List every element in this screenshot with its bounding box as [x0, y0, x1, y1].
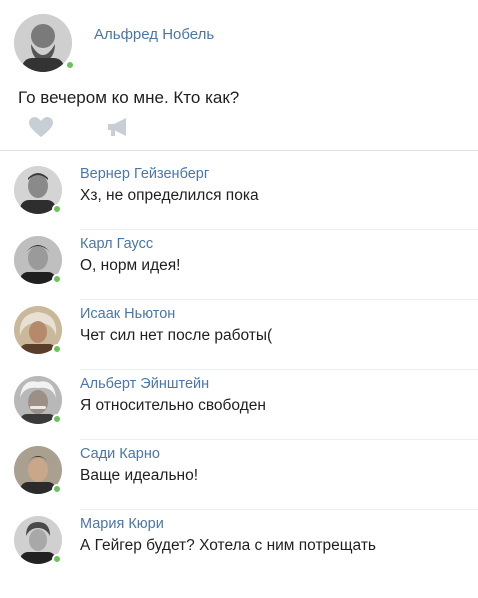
- comment-text: Чет сил нет после работы(: [80, 327, 273, 344]
- comment-text: Хз, не определился пока: [80, 187, 259, 204]
- online-indicator: [52, 204, 62, 214]
- comment-author-name[interactable]: Альберт Эйнштейн: [80, 376, 209, 392]
- feed-page: Альфред Нобель Го вечером ко мне. Кто ка…: [0, 0, 478, 598]
- comment-item: Вернер Гейзенберг Хз, не определился пок…: [0, 160, 478, 230]
- comment-author-name[interactable]: Сади Карно: [80, 446, 160, 462]
- heart-icon: [29, 117, 53, 137]
- comment-text: О, норм идея!: [80, 257, 181, 274]
- online-indicator: [65, 60, 75, 70]
- post-actions: [18, 116, 218, 140]
- online-indicator: [52, 344, 62, 354]
- online-indicator: [52, 554, 62, 564]
- comment-author-name[interactable]: Мария Кюри: [80, 516, 164, 532]
- comment-item: Карл Гаусс О, норм идея!: [0, 230, 478, 300]
- megaphone-icon: [108, 118, 126, 136]
- post-text: Го вечером ко мне. Кто как?: [18, 88, 240, 107]
- post-divider: [0, 150, 478, 151]
- like-button[interactable]: [28, 116, 54, 138]
- online-indicator: [52, 414, 62, 424]
- comment-author-name[interactable]: Вернер Гейзенберг: [80, 166, 209, 182]
- share-button[interactable]: [106, 116, 132, 138]
- online-indicator: [52, 484, 62, 494]
- comment-item: Исаак Ньютон Чет сил нет после работы(: [0, 300, 478, 370]
- comment-item: Сади Карно Ваще идеально!: [0, 440, 478, 510]
- person-photo-icon: [14, 14, 72, 72]
- comment-text: А Гейгер будет? Хотела с ним потрещать: [80, 537, 376, 554]
- comment-item: Альберт Эйнштейн Я относительно свободен: [0, 370, 478, 440]
- post-author-name[interactable]: Альфред Нобель: [94, 26, 214, 43]
- online-indicator: [52, 274, 62, 284]
- comment-author-name[interactable]: Исаак Ньютон: [80, 306, 175, 322]
- comment-text: Я относительно свободен: [80, 397, 266, 414]
- comment-item: Мария Кюри А Гейгер будет? Хотела с ним …: [0, 510, 478, 580]
- comment-author-name[interactable]: Карл Гаусс: [80, 236, 153, 252]
- comment-text: Ваще идеально!: [80, 467, 199, 484]
- post-header: Альфред Нобель: [14, 14, 464, 74]
- post-author-avatar[interactable]: [14, 14, 72, 72]
